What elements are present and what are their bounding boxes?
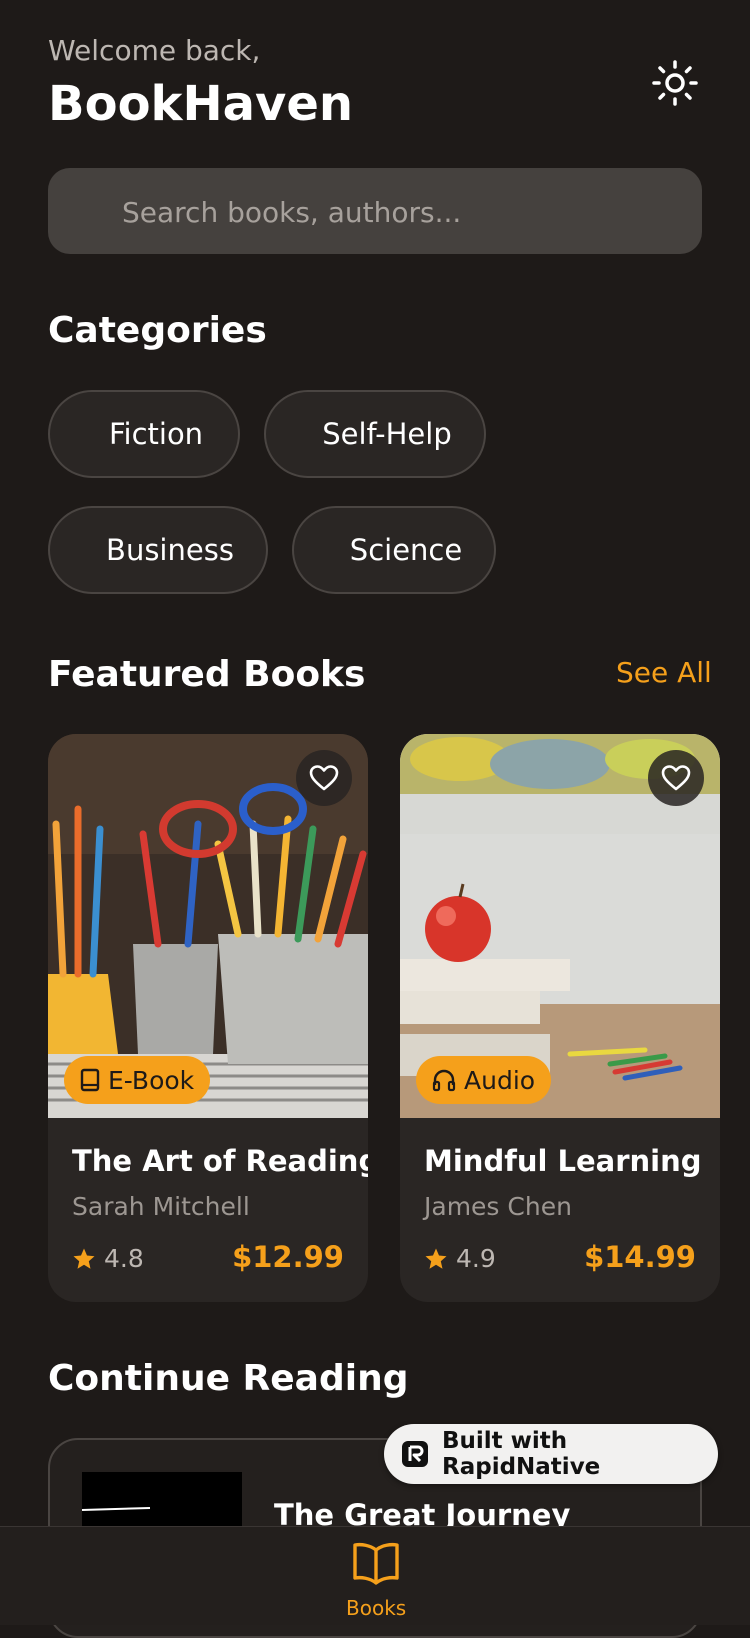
book-rating: 4.9 (424, 1244, 496, 1273)
book-card[interactable]: E-Book The Art of Reading Sarah Mitchell… (48, 734, 368, 1302)
book-price: $12.99 (232, 1240, 344, 1274)
rating-value: 4.8 (104, 1244, 144, 1273)
rapidnative-logo-icon (402, 1441, 428, 1467)
welcome-text: Welcome back, (48, 34, 261, 67)
favorite-button[interactable] (648, 750, 704, 806)
book-author: James Chen (424, 1192, 572, 1221)
category-label: Self-Help (322, 417, 452, 451)
book-author: Sarah Mitchell (72, 1192, 250, 1221)
category-label: Fiction (108, 417, 204, 451)
book-title: The Art of Reading (72, 1144, 368, 1178)
category-chip-fiction[interactable]: Fiction (48, 390, 240, 478)
book-cover-image: E-Book (48, 734, 368, 1118)
format-badge: E-Book (64, 1056, 211, 1104)
built-with-badge[interactable]: Built with RapidNative (384, 1424, 718, 1484)
continue-reading-title: Continue Reading (48, 1358, 409, 1399)
book-icon (80, 1068, 100, 1092)
format-badge-label: E-Book (108, 1065, 195, 1095)
tab-books[interactable]: Books (340, 1540, 410, 1624)
open-book-icon (353, 1542, 399, 1585)
search-input[interactable] (120, 168, 684, 256)
book-cover-image: Audio (400, 734, 720, 1118)
category-label: Business (106, 533, 234, 567)
headphones-icon (432, 1069, 456, 1092)
search-bar[interactable] (48, 168, 702, 256)
featured-books-title: Featured Books (48, 654, 366, 695)
heart-icon (309, 765, 339, 791)
sun-icon (652, 60, 698, 106)
rating-value: 4.9 (456, 1244, 496, 1273)
favorite-button[interactable] (296, 750, 352, 806)
heart-icon (661, 765, 691, 791)
book-title: Mindful Learning (424, 1144, 702, 1178)
categories-title: Categories (48, 310, 267, 351)
format-badge: Audio (416, 1056, 552, 1104)
built-with-label: Built with RapidNative (442, 1428, 601, 1480)
category-chip-science[interactable]: Science (292, 506, 496, 594)
theme-toggle-button[interactable] (652, 60, 698, 106)
book-price: $14.99 (584, 1240, 696, 1274)
book-rating: 4.8 (72, 1244, 144, 1273)
app-title: BookHaven (48, 76, 354, 132)
book-card[interactable]: Audio Mindful Learning James Chen 4.9 $1… (400, 734, 720, 1302)
format-badge-label: Audio (464, 1065, 536, 1095)
star-icon (73, 1248, 95, 1269)
tab-books-label: Books (346, 1596, 407, 1620)
category-chip-self-help[interactable]: Self-Help (264, 390, 486, 478)
see-all-link[interactable]: See All (616, 656, 712, 689)
category-label: Science (349, 533, 463, 567)
category-chip-business[interactable]: Business (48, 506, 268, 594)
star-icon (425, 1248, 447, 1269)
